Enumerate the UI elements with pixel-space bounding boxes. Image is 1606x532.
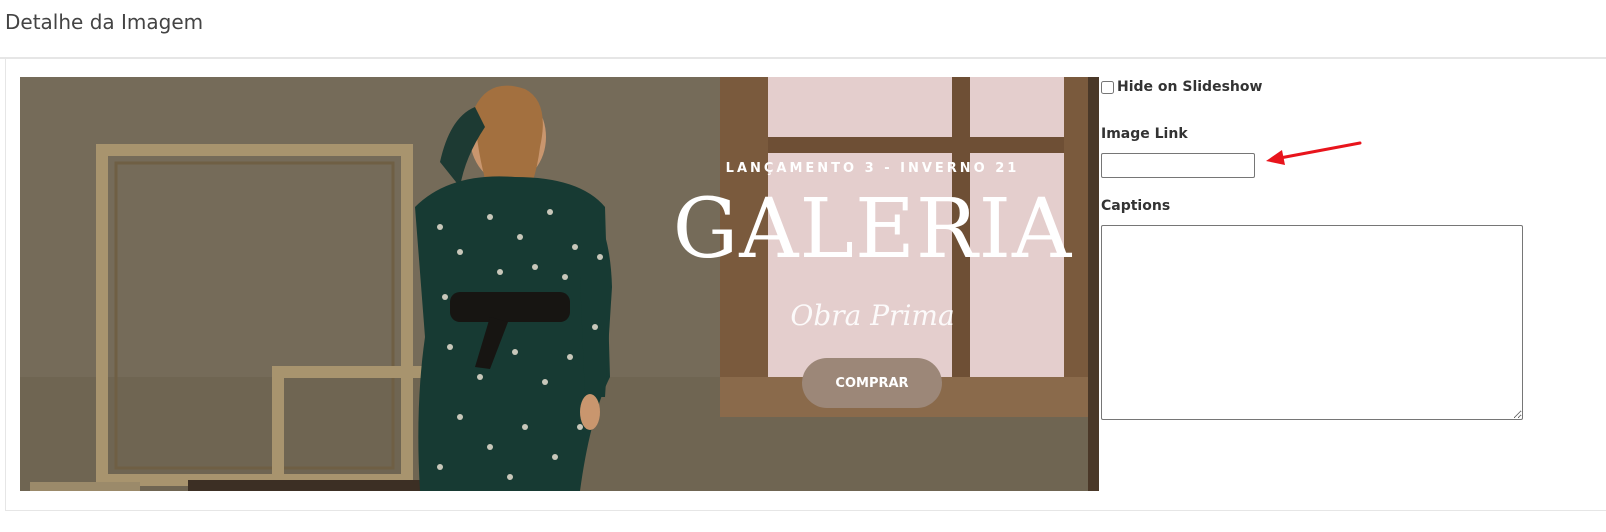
image-link-input[interactable] bbox=[1101, 153, 1255, 178]
banner-script-text: Obra Prima bbox=[790, 299, 955, 332]
banner-overlay: LANÇAMENTO 3 - INVERNO 21 GALERIA Obra P… bbox=[20, 77, 1099, 491]
image-link-label: Image Link bbox=[1101, 126, 1188, 142]
hide-on-slideshow-label: Hide on Slideshow bbox=[1117, 79, 1263, 95]
captions-label: Captions bbox=[1101, 198, 1171, 214]
captions-textarea[interactable] bbox=[1101, 225, 1523, 420]
hide-on-slideshow-row[interactable]: Hide on Slideshow bbox=[1101, 79, 1262, 95]
slideshow-image: LANÇAMENTO 3 - INVERNO 21 GALERIA Obra P… bbox=[20, 77, 1099, 491]
buy-button[interactable]: COMPRAR bbox=[802, 358, 942, 408]
page-title: Detalhe da Imagem bbox=[5, 10, 204, 34]
annotation-arrow-icon bbox=[1266, 141, 1362, 165]
banner-title: GALERIA bbox=[672, 182, 1073, 277]
hide-on-slideshow-checkbox[interactable] bbox=[1101, 80, 1114, 94]
banner-subtitle: LANÇAMENTO 3 - INVERNO 21 bbox=[725, 161, 1020, 176]
